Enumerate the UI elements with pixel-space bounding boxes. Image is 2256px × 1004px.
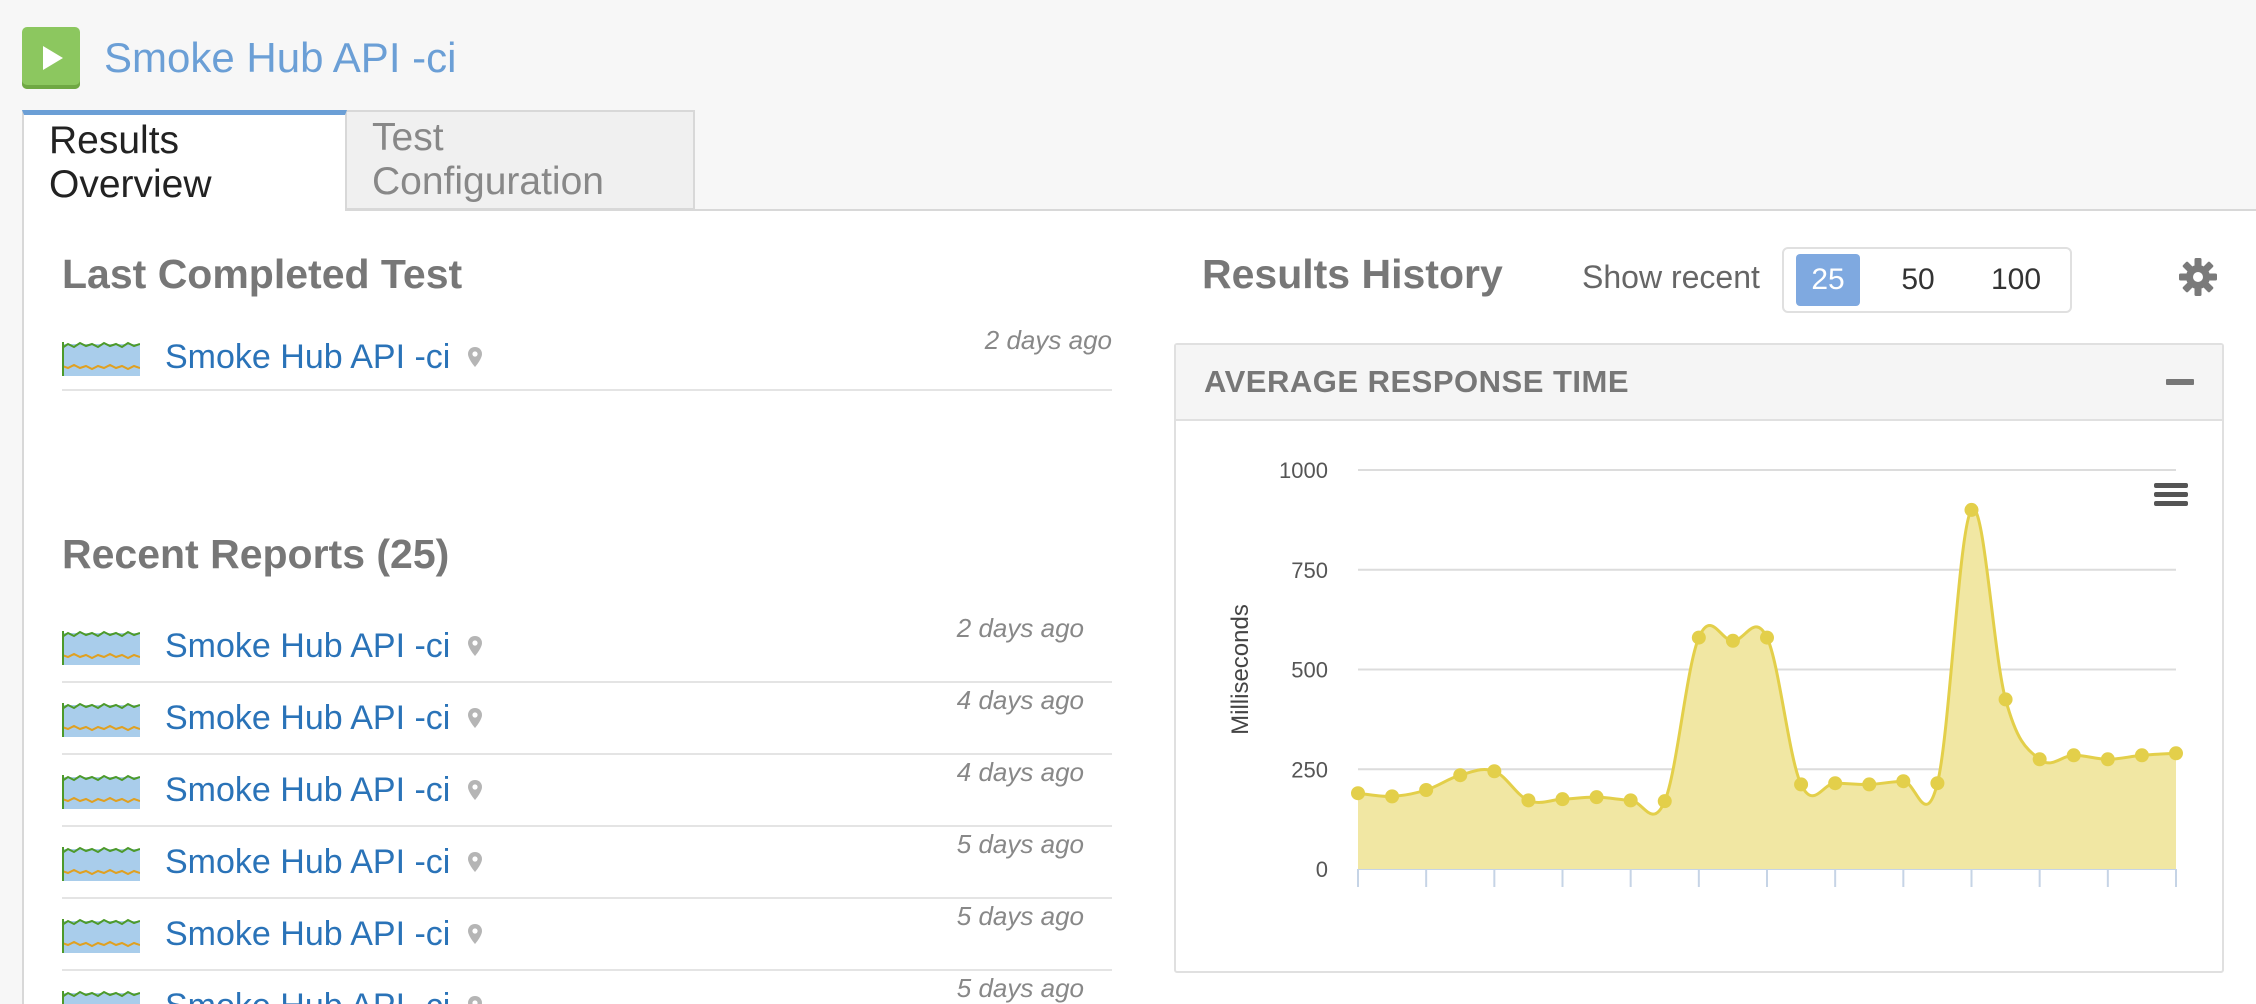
recent-report-row[interactable]: Smoke Hub API -ci 5 days ago: [62, 899, 1112, 971]
show-recent-50-button[interactable]: 50: [1878, 254, 1958, 306]
report-thumbnail: [62, 627, 140, 665]
y-tick-label: 250: [1291, 757, 1328, 782]
y-tick-label: 0: [1316, 857, 1328, 882]
report-thumbnail: [62, 915, 140, 953]
data-point: [1930, 776, 1945, 791]
y-axis-label: Milliseconds: [1227, 604, 1254, 735]
left-column: Last Completed Test Smoke Hub API -ci 2 …: [62, 251, 1112, 1004]
report-age: 4 days ago: [956, 757, 1084, 787]
report-link[interactable]: Smoke Hub API -ci: [165, 987, 450, 1004]
last-completed-row[interactable]: Smoke Hub API -ci 2 days ago: [62, 321, 1112, 393]
run-test-button[interactable]: [22, 27, 80, 89]
report-thumbnail: [62, 699, 140, 737]
average-response-time-card: AVERAGE RESPONSE TIME 0 250 500 750 1000 Mill…: [1174, 343, 2224, 973]
recent-report-row[interactable]: Smoke Hub API -ci 5 days ago: [62, 971, 1112, 1004]
report-age: 5 days ago: [956, 901, 1084, 931]
data-point: [2169, 746, 2183, 761]
report-thumbnail: [62, 843, 140, 881]
report-link[interactable]: Smoke Hub API -ci: [165, 699, 450, 738]
data-point: [1385, 789, 1400, 804]
results-history-heading: Results History: [1202, 251, 1503, 297]
show-recent-label: Show recent: [1582, 259, 1760, 295]
map-pin-icon[interactable]: [468, 996, 483, 1004]
map-pin-icon[interactable]: [468, 708, 483, 728]
last-completed-section: Last Completed Test Smoke Hub API -ci 2 …: [62, 251, 1112, 391]
data-point: [2032, 752, 2047, 767]
data-point: [2100, 752, 2115, 767]
recent-report-row[interactable]: Smoke Hub API -ci 5 days ago: [62, 827, 1112, 899]
play-icon: [43, 46, 63, 70]
response-time-chart: 0 250 500 750 1000 Milliseconds: [1176, 423, 2222, 971]
data-point: [1555, 792, 1570, 807]
data-point: [1521, 793, 1536, 808]
chart-title: AVERAGE RESPONSE TIME: [1204, 364, 1630, 399]
report-age: 5 days ago: [956, 973, 1084, 1003]
data-point: [1589, 790, 1604, 805]
tab-test-configuration[interactable]: Test Configuration: [347, 110, 695, 210]
data-point: [1828, 776, 1843, 791]
report-link[interactable]: Smoke Hub API -ci: [165, 338, 450, 377]
report-link[interactable]: Smoke Hub API -ci: [165, 627, 450, 666]
hamburger-menu-icon[interactable]: [2154, 483, 2188, 506]
tab-bar: Results Overview Test Configuration: [22, 110, 695, 211]
recent-report-row[interactable]: Smoke Hub API -ci 4 days ago: [62, 755, 1112, 827]
data-point: [1623, 793, 1638, 808]
report-age: 5 days ago: [956, 829, 1084, 859]
data-point: [1691, 630, 1706, 645]
tab-results-overview[interactable]: Results Overview: [22, 110, 347, 211]
map-pin-icon[interactable]: [468, 852, 483, 872]
data-point: [2066, 748, 2081, 763]
show-recent-100-button[interactable]: 100: [1976, 254, 2056, 306]
series-area: [1358, 508, 2176, 869]
recent-reports-heading: Recent Reports (25): [62, 531, 450, 577]
map-pin-icon[interactable]: [468, 636, 483, 656]
data-point: [1862, 777, 1877, 792]
map-pin-icon[interactable]: [468, 347, 483, 367]
data-point: [1998, 692, 2013, 707]
map-pin-icon[interactable]: [468, 780, 483, 800]
report-link[interactable]: Smoke Hub API -ci: [165, 843, 450, 882]
data-point: [1896, 774, 1911, 789]
data-point: [1725, 633, 1740, 648]
show-recent-selector: 25 50 100: [1782, 247, 2072, 313]
data-point: [1453, 768, 1468, 783]
report-age: 2 days ago: [956, 613, 1084, 643]
report-link[interactable]: Smoke Hub API -ci: [165, 771, 450, 810]
recent-report-row[interactable]: Smoke Hub API -ci 2 days ago: [62, 611, 1112, 683]
data-point: [1351, 786, 1365, 801]
map-pin-icon[interactable]: [468, 924, 483, 944]
recent-report-row[interactable]: Smoke Hub API -ci 4 days ago: [62, 683, 1112, 755]
recent-reports-list: Smoke Hub API -ci 2 days ago Smoke Hub API…: [62, 611, 1112, 1004]
report-thumbnail: [62, 338, 140, 376]
last-completed-heading: Last Completed Test: [62, 251, 463, 297]
y-tick-label: 750: [1291, 558, 1328, 583]
report-age: 2 days ago: [984, 325, 1112, 355]
data-point: [1964, 502, 1979, 517]
data-point: [1760, 630, 1774, 645]
page-title: Smoke Hub API -ci: [104, 34, 457, 81]
gear-icon[interactable]: [2178, 257, 2218, 297]
chart-card-header: AVERAGE RESPONSE TIME: [1176, 345, 2222, 421]
show-recent-25-button[interactable]: 25: [1796, 254, 1860, 306]
app-header: Smoke Hub API -ci: [22, 26, 456, 90]
data-point: [1657, 794, 1672, 809]
data-point: [1487, 764, 1502, 779]
y-tick-label: 500: [1291, 658, 1328, 683]
report-thumbnail: [62, 987, 140, 1004]
report-thumbnail: [62, 771, 140, 809]
data-point: [1419, 782, 1434, 797]
y-tick-label: 1000: [1279, 458, 1328, 483]
report-age: 4 days ago: [956, 685, 1084, 715]
data-point: [2134, 748, 2149, 763]
results-panel: Last Completed Test Smoke Hub API -ci 2 …: [22, 209, 2256, 1004]
minus-icon[interactable]: [2166, 379, 2194, 385]
report-link[interactable]: Smoke Hub API -ci: [165, 915, 450, 954]
data-point: [1794, 777, 1809, 792]
